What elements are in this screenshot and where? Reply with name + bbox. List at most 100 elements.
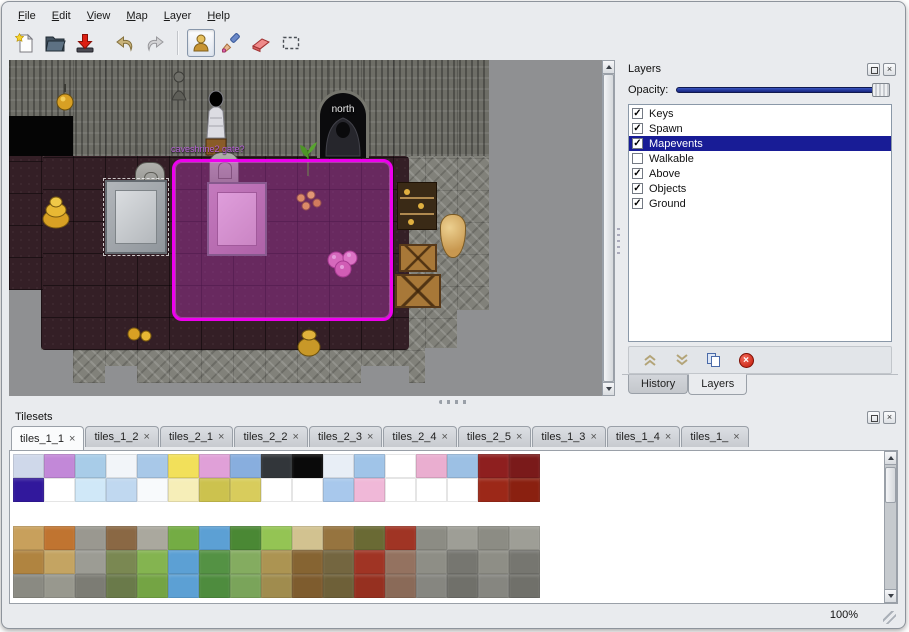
tileset-vertical-scrollbar[interactable]	[884, 451, 897, 603]
tileset-tile[interactable]	[13, 478, 44, 502]
menu-item-help[interactable]: Help	[200, 8, 237, 25]
redo-button[interactable]	[141, 29, 169, 57]
tileset-tile[interactable]	[509, 526, 540, 550]
opacity-slider-handle[interactable]	[872, 83, 890, 97]
opacity-slider[interactable]	[676, 83, 890, 97]
tileset-tile[interactable]	[447, 454, 478, 478]
layer-row-ground[interactable]: ✓Ground	[629, 196, 891, 211]
tileset-tile[interactable]	[447, 502, 478, 526]
menu-item-map[interactable]: Map	[119, 8, 154, 25]
tileset-tile[interactable]	[168, 502, 199, 526]
tileset-tile[interactable]	[323, 478, 354, 502]
tileset-tile[interactable]	[137, 454, 168, 478]
tileset-tile[interactable]	[137, 574, 168, 598]
tileset-tab-tiles_2_4[interactable]: tiles_2_4×	[383, 426, 456, 447]
tileset-tab-tiles_2_3[interactable]: tiles_2_3×	[309, 426, 382, 447]
tileset-tile[interactable]	[13, 502, 44, 526]
layer-visibility-checkbox[interactable]: ✓	[632, 168, 643, 179]
tileset-tile[interactable]	[292, 574, 323, 598]
new-file-button[interactable]	[11, 29, 39, 57]
tileset-tile[interactable]	[416, 550, 447, 574]
horizontal-splitter[interactable]	[9, 396, 898, 408]
tileset-tile[interactable]	[75, 478, 106, 502]
tileset-tile[interactable]	[416, 502, 447, 526]
tileset-tile[interactable]	[478, 478, 509, 502]
tileset-tile[interactable]	[199, 502, 230, 526]
tileset-tab-tiles_1_[interactable]: tiles_1_×	[681, 426, 748, 447]
tileset-tile[interactable]	[261, 478, 292, 502]
tileset-tile[interactable]	[106, 550, 137, 574]
tileset-tile[interactable]	[106, 502, 137, 526]
tileset-tile[interactable]	[354, 502, 385, 526]
layer-row-objects[interactable]: ✓Objects	[629, 181, 891, 196]
tab-layers[interactable]: Layers	[688, 374, 747, 395]
tab-close-icon[interactable]: ×	[144, 432, 150, 442]
menu-item-edit[interactable]: Edit	[45, 8, 78, 25]
tileset-tile[interactable]	[354, 574, 385, 598]
tab-close-icon[interactable]: ×	[367, 432, 373, 442]
menu-item-file[interactable]: File	[11, 8, 43, 25]
tileset-tile[interactable]	[354, 550, 385, 574]
tileset-tile[interactable]	[199, 478, 230, 502]
tab-close-icon[interactable]: ×	[665, 432, 671, 442]
float-dock-icon[interactable]	[867, 63, 880, 76]
menu-item-view[interactable]: View	[80, 8, 118, 25]
tileset-tab-tiles_1_2[interactable]: tiles_1_2×	[85, 426, 158, 447]
layer-visibility-checkbox[interactable]: ✓	[632, 198, 643, 209]
stamp-tool-button[interactable]	[187, 29, 215, 57]
tileset-tile[interactable]	[13, 574, 44, 598]
tileset-tile[interactable]	[44, 502, 75, 526]
tileset-tile[interactable]	[137, 550, 168, 574]
tileset-tile[interactable]	[168, 454, 199, 478]
selection-rectangle[interactable]	[172, 159, 393, 321]
tileset-tile[interactable]	[447, 526, 478, 550]
tileset-tab-tiles_1_3[interactable]: tiles_1_3×	[532, 426, 605, 447]
layer-row-mapevents[interactable]: ✓Mapevents	[629, 136, 891, 151]
tileset-tile[interactable]	[385, 502, 416, 526]
tab-close-icon[interactable]: ×	[441, 432, 447, 442]
tileset-tab-tiles_2_2[interactable]: tiles_2_2×	[234, 426, 307, 447]
tileset-tile[interactable]	[168, 574, 199, 598]
map-canvas[interactable]: caveshrine2 gate? north	[9, 60, 602, 396]
tileset-tile[interactable]	[292, 550, 323, 574]
menu-item-layer[interactable]: Layer	[157, 8, 199, 25]
layer-visibility-checkbox[interactable]: ✓	[632, 108, 643, 119]
tileset-tile[interactable]	[75, 574, 106, 598]
tileset-tile[interactable]	[13, 454, 44, 478]
tileset-tile[interactable]	[13, 550, 44, 574]
tileset-tile[interactable]	[354, 526, 385, 550]
tileset-tile[interactable]	[44, 550, 75, 574]
layer-visibility-checkbox[interactable]	[632, 153, 643, 164]
tab-close-icon[interactable]: ×	[293, 432, 299, 442]
tileset-tile[interactable]	[261, 574, 292, 598]
tileset-tab-tiles_1_1[interactable]: tiles_1_1×	[11, 426, 84, 450]
tileset-tile[interactable]	[385, 454, 416, 478]
tab-close-icon[interactable]: ×	[516, 432, 522, 442]
tileset-tile[interactable]	[106, 574, 137, 598]
tileset-tile[interactable]	[323, 526, 354, 550]
tileset-tile[interactable]	[416, 454, 447, 478]
tileset-tile[interactable]	[323, 574, 354, 598]
close-dock-icon[interactable]: ×	[883, 63, 896, 76]
tileset-tile[interactable]	[416, 526, 447, 550]
tileset-tile[interactable]	[44, 526, 75, 550]
tileset-tile[interactable]	[230, 526, 261, 550]
tileset-tile[interactable]	[261, 526, 292, 550]
scrollbar-thumb[interactable]	[885, 467, 896, 503]
tileset-tile[interactable]	[385, 478, 416, 502]
scroll-down-arrow[interactable]	[603, 382, 614, 395]
tileset-tile[interactable]	[75, 550, 106, 574]
undo-button[interactable]	[111, 29, 139, 57]
tab-close-icon[interactable]: ×	[733, 432, 739, 442]
tileset-tile[interactable]	[230, 574, 261, 598]
tileset-tile[interactable]	[416, 478, 447, 502]
tileset-tile[interactable]	[75, 454, 106, 478]
tileset-tile[interactable]	[509, 550, 540, 574]
tileset-tile[interactable]	[354, 478, 385, 502]
tileset-tile[interactable]	[447, 574, 478, 598]
tileset-tile[interactable]	[509, 574, 540, 598]
tab-close-icon[interactable]: ×	[69, 434, 75, 444]
tileset-tile[interactable]	[354, 454, 385, 478]
tileset-tile[interactable]	[447, 478, 478, 502]
float-dock-icon[interactable]	[867, 411, 880, 424]
